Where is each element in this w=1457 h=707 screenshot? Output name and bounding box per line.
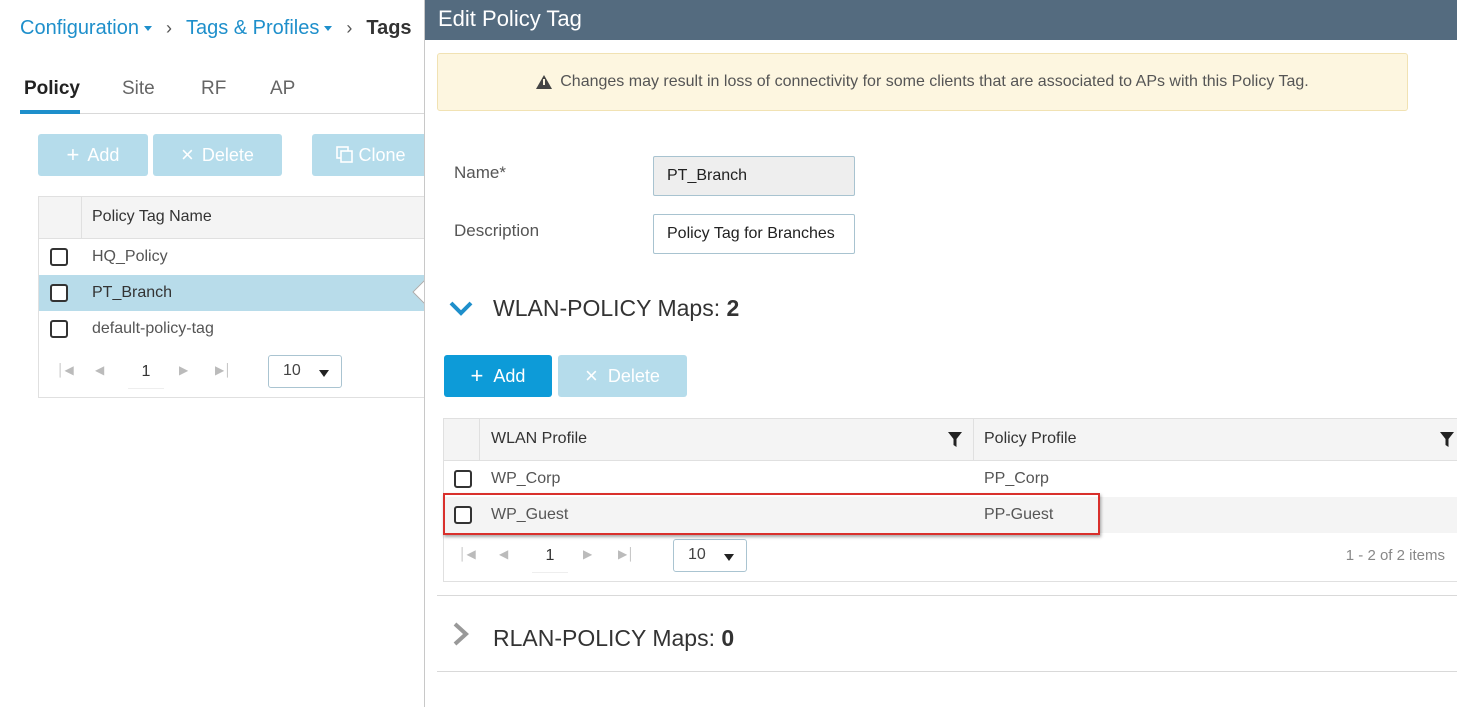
close-icon: × — [181, 142, 194, 167]
row-checkbox[interactable] — [50, 284, 68, 302]
breadcrumb-configuration[interactable]: Configuration — [20, 17, 139, 40]
pagination: │◀ ◀ 1 ▶ ▶│ 10 — [39, 355, 424, 389]
delete-button[interactable]: × Delete — [153, 134, 282, 176]
breadcrumb-current: Tags — [366, 16, 412, 39]
panel-title: Edit Policy Tag — [425, 0, 1457, 40]
plus-icon: + — [66, 142, 80, 167]
prev-page-icon[interactable]: ◀ — [95, 363, 104, 377]
name-label: Name* — [454, 163, 506, 182]
last-page-icon[interactable]: ▶│ — [215, 363, 232, 377]
warning-text: Changes may result in loss of connectivi… — [560, 73, 1309, 90]
row-checkbox[interactable] — [454, 470, 472, 488]
caret-down-icon[interactable] — [324, 25, 333, 31]
add-button-label: Add — [493, 365, 526, 386]
breadcrumb-tags-profiles[interactable]: Tags & Profiles — [186, 17, 319, 40]
tab-ap[interactable]: AP — [270, 78, 295, 100]
policy-tag-name[interactable]: default-policy-tag — [92, 320, 214, 338]
table-row[interactable]: HQ_Policy — [39, 239, 424, 275]
column-header-policy-profile[interactable]: Policy Profile — [984, 430, 1076, 448]
policy-profile-cell[interactable]: PP_Corp — [984, 470, 1049, 488]
clone-button-label: Clone — [358, 144, 406, 165]
page-size-select[interactable]: 10 — [673, 539, 747, 572]
name-field[interactable]: PT_Branch — [653, 156, 855, 196]
policy-tag-name[interactable]: PT_Branch — [92, 284, 172, 302]
row-checkbox[interactable] — [50, 248, 68, 266]
caret-down-icon — [724, 554, 734, 561]
page-size-value: 10 — [283, 362, 301, 379]
tab-rf[interactable]: RF — [201, 78, 226, 100]
wlan-policy-maps-label: WLAN-POLICY Maps: — [493, 295, 721, 321]
add-button[interactable]: + Add — [38, 134, 148, 176]
section-divider — [437, 671, 1457, 672]
caret-down-icon[interactable] — [143, 25, 152, 31]
plus-icon: + — [470, 363, 484, 388]
table-header: WLAN Profile Policy Profile — [444, 419, 1457, 461]
policy-tags-page: Configuration › Tags & Profiles › Tags P… — [0, 0, 424, 707]
description-label: Description — [454, 221, 540, 240]
table-header: Policy Tag Name — [39, 197, 424, 239]
delete-button-label: Delete — [201, 144, 254, 165]
table-row[interactable]: default-policy-tag — [39, 311, 424, 347]
policy-tag-name[interactable]: HQ_Policy — [92, 248, 168, 266]
first-page-icon[interactable]: │◀ — [57, 363, 74, 377]
rlan-policy-maps-count: 0 — [721, 625, 735, 651]
close-icon: × — [585, 363, 598, 388]
tab-policy[interactable]: Policy — [24, 78, 80, 100]
highlight-box — [443, 493, 1100, 535]
first-page-icon[interactable]: │◀ — [459, 547, 476, 561]
items-count: 1 - 2 of 2 items — [1345, 547, 1445, 564]
policy-tag-table: Policy Tag Name HQ_Policy PT_Branch defa… — [38, 196, 424, 398]
current-page[interactable]: 1 — [128, 355, 164, 389]
chevron-right-icon: › — [165, 17, 172, 38]
page-size-select[interactable]: 10 — [268, 355, 342, 388]
prev-page-icon[interactable]: ◀ — [499, 547, 508, 561]
delete-button-label: Delete — [607, 365, 660, 386]
clone-icon — [336, 146, 354, 163]
warning-icon — [536, 75, 553, 89]
caret-down-icon — [319, 370, 329, 377]
next-page-icon[interactable]: ▶ — [179, 363, 188, 377]
chevron-down-icon[interactable] — [449, 296, 473, 320]
tab-site[interactable]: Site — [122, 78, 155, 100]
add-wlan-map-button[interactable]: + Add — [444, 355, 552, 397]
wlan-profile-cell[interactable]: WP_Corp — [491, 470, 560, 488]
column-divider — [81, 197, 82, 239]
delete-wlan-map-button[interactable]: × Delete — [558, 355, 687, 397]
page-size-value: 10 — [688, 546, 706, 563]
filter-icon[interactable] — [948, 432, 962, 448]
last-page-icon[interactable]: ▶│ — [618, 547, 635, 561]
chevron-right-icon[interactable] — [451, 621, 471, 651]
wlan-policy-maps-count: 2 — [726, 295, 740, 321]
row-checkbox[interactable] — [50, 320, 68, 338]
current-page[interactable]: 1 — [532, 539, 568, 573]
rlan-policy-maps-header[interactable]: RLAN-POLICY Maps: 0 — [493, 625, 734, 655]
pagination: │◀ ◀ 1 ▶ ▶│ 10 1 - 2 of 2 items — [444, 539, 1457, 573]
wlan-policy-maps-header[interactable]: WLAN-POLICY Maps: 2 — [493, 295, 739, 325]
table-row[interactable]: WP_Corp PP_Corp — [444, 461, 1457, 497]
section-divider — [437, 595, 1457, 596]
column-header-wlan-profile[interactable]: WLAN Profile — [491, 430, 587, 448]
clone-button[interactable]: Clone — [312, 134, 424, 176]
filter-icon[interactable] — [1440, 432, 1454, 448]
description-field[interactable]: Policy Tag for Branches — [653, 214, 855, 254]
edit-policy-tag-panel: Edit Policy Tag Changes may result in lo… — [424, 0, 1457, 707]
breadcrumb: Configuration › Tags & Profiles › Tags — [20, 14, 412, 42]
active-tab-indicator — [20, 110, 80, 114]
table-row-selected[interactable]: PT_Branch — [39, 275, 424, 311]
chevron-right-icon: › — [346, 17, 353, 38]
column-divider — [973, 419, 974, 461]
column-header-policy-tag-name[interactable]: Policy Tag Name — [92, 208, 212, 226]
warning-banner: Changes may result in loss of connectivi… — [437, 53, 1408, 111]
next-page-icon[interactable]: ▶ — [583, 547, 592, 561]
column-divider — [479, 419, 480, 461]
add-button-label: Add — [87, 144, 120, 165]
tag-tabs: Policy Site RF AP — [20, 70, 424, 114]
rlan-policy-maps-label: RLAN-POLICY Maps: — [493, 625, 715, 651]
